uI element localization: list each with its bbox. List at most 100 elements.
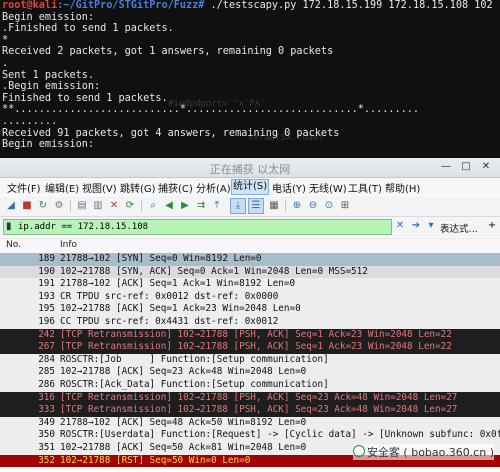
packet-number: 242 (38, 328, 55, 340)
packet-info: 21788→102 [SYN] Seq=0 Win=8192 Len=0 (60, 253, 262, 264)
terminal-output-line: * (2, 34, 9, 46)
packet-number: 333 (38, 404, 55, 416)
toolbar-separator (141, 200, 142, 212)
terminal-output-line: **...........................*..........… (2, 104, 420, 116)
packet-info: CC TPDU src-ref: 0x4431 dst-ref: 0x0012 (60, 315, 279, 327)
terminal-output-line: Received 91 packets, got 4 answers, rema… (2, 127, 340, 139)
packet-info: ROSCTR:[Userdata] Function:[Request] -> … (60, 429, 500, 441)
colorize-icon[interactable]: ▦ (267, 199, 281, 213)
menu-file[interactable]: 文件(F) (6, 180, 42, 195)
packet-row[interactable]: 284 ROSCTR:[Job ] Function:[Setup communi… (0, 353, 500, 367)
packet-row[interactable]: 349 21788→102 [ACK] Seq=48 Ack=50 Win=819… (0, 416, 500, 430)
packet-row[interactable]: 242 [TCP Retransmission] 102→21788 [PSH, … (0, 328, 500, 342)
go-forward-icon[interactable]: ▶ (178, 199, 192, 213)
column-header-no[interactable]: No. (6, 240, 21, 250)
packet-info: [TCP Retransmission] 102→21788 [PSH, ACK… (60, 341, 452, 353)
menu-telephony[interactable]: 电话(Y) (271, 180, 307, 195)
watermark-logo-icon (352, 445, 365, 457)
go-last-packet-icon[interactable]: ⤓ (230, 198, 246, 214)
packet-number: 267 (38, 341, 55, 353)
watermark-text: 安全客 ( bobao.360.cn ) (366, 446, 494, 459)
open-file-icon[interactable]: ▤ (75, 199, 89, 213)
minimize-button[interactable]: — (436, 160, 456, 174)
packet-info: 102→21788 [SYN, ACK] Seq=0 Ack=1 Win=204… (60, 265, 368, 277)
terminal-output-line: . (2, 57, 9, 69)
save-file-icon[interactable]: ▥ (91, 199, 105, 213)
go-back-icon[interactable]: ◀ (162, 199, 176, 213)
zoom-reset-icon[interactable]: ⊙ (322, 199, 336, 213)
clear-filter-icon[interactable]: ✕ (394, 220, 406, 232)
packet-number: 352 (38, 454, 55, 466)
menu-view[interactable]: 视图(V) (81, 180, 118, 195)
menu-help[interactable]: 帮助(H) (384, 180, 421, 195)
packet-row[interactable]: 196 CC TPDU src-ref: 0x4431 dst-ref: 0x00… (0, 315, 500, 329)
add-filter-button[interactable]: + (486, 220, 498, 232)
terminal-output-line: ......... (2, 115, 58, 127)
packet-info: 102→21788 [ACK] Seq=23 Ack=48 Win=2048 L… (60, 366, 307, 378)
menu-capture[interactable]: 捕获(C) (157, 180, 194, 195)
reload-file-icon[interactable]: ⟳ (123, 199, 137, 213)
menu-statistics[interactable]: 统计(S) (231, 179, 270, 195)
packet-row[interactable]: 267 [TCP Retransmission] 102→21788 [PSH, … (0, 341, 500, 354)
menu-tools[interactable]: 工具(T) (347, 180, 383, 195)
terminal-prompt-line: root@kali:~/GitPro/STGitPro/Fuzz# ./test… (0, 0, 500, 12)
column-header-info[interactable]: Info (60, 240, 77, 250)
packet-info: ROSCTR:[Job ] Function:[Setup communicat… (60, 353, 329, 365)
bookmark-icon[interactable]: ▮ (6, 220, 12, 234)
packet-number: 284 (38, 353, 55, 365)
packet-info: 102→21788 [ACK] Seq=1 Ack=23 Win=2048 Le… (60, 303, 301, 315)
display-filter-input[interactable]: ▮ ip.addr == 172.18.15.108 (3, 219, 392, 235)
packet-row[interactable]: 286 ROSCTR:[Ack_Data] Function:[Setup com… (0, 378, 500, 392)
go-to-packet-icon[interactable]: ⇉ (194, 199, 208, 213)
terminal-output-line: .Begin emission: (2, 81, 101, 93)
capture-options-icon[interactable]: ⚙ (52, 199, 66, 213)
packet-number: 196 (38, 315, 55, 327)
resize-columns-icon[interactable]: ⊞ (338, 199, 352, 213)
menu-go[interactable]: 跳转(G) (119, 180, 157, 195)
watermark: 安全客 ( bobao.360.cn ) (352, 444, 494, 460)
packet-list-header: No. Info (0, 238, 500, 254)
terminal-output-line: .Finished to send 1 packets. (2, 23, 174, 35)
close-file-icon[interactable]: ✕ (107, 199, 121, 213)
menu-analyze[interactable]: 分析(A) (195, 180, 232, 195)
packet-number: 193 (38, 290, 55, 302)
filter-history-icon[interactable]: ▾ (425, 220, 437, 232)
menu-wireless[interactable]: 无线(W) (308, 180, 348, 195)
packet-row[interactable]: 189 21788→102 [SYN] Seq=0 Win=8192 Len=0 (0, 253, 500, 266)
terminal-output-line: Begin emission: (2, 11, 95, 23)
maximize-button[interactable]: □ (456, 160, 476, 174)
packet-row[interactable]: 195 102→21788 [ACK] Seq=1 Ack=23 Win=2048… (0, 303, 500, 316)
packet-row[interactable]: 191 21788→102 [ACK] Seq=1 Ack=1 Win=8192 … (0, 278, 500, 291)
packet-row[interactable]: 190 102→21788 [SYN, ACK] Seq=0 Ack=1 Win=… (0, 265, 500, 279)
packet-row[interactable]: 316 [TCP Retransmission] 102→21788 [PSH, … (0, 391, 500, 405)
packet-list: 189 21788→102 [SYN] Seq=0 Win=8192 Len=0 1… (0, 253, 500, 472)
toolbar-separator (70, 200, 71, 212)
packet-row[interactable]: 333 [TCP Retransmission] 102→21788 [PSH, … (0, 404, 500, 417)
packet-row[interactable]: 350 ROSCTR:[Userdata] Function:[Request] … (0, 429, 500, 442)
packet-info: ROSCTR:[Ack_Data] Function:[Setup commun… (60, 378, 329, 390)
packet-row[interactable]: 285 102→21788 [ACK] Seq=23 Ack=48 Win=204… (0, 366, 500, 379)
packet-number: 350 (38, 429, 55, 441)
expression-button[interactable]: 表达式… (440, 221, 478, 235)
terminal-output-line: Sent 1 packets. (2, 69, 95, 81)
start-capture-icon[interactable]: ◢ (4, 199, 18, 213)
packet-number: 351 (38, 441, 55, 453)
find-packet-icon[interactable]: ⌕ (146, 199, 160, 213)
stop-capture-icon[interactable]: ■ (20, 199, 34, 213)
apply-filter-icon[interactable]: ➔ (410, 220, 422, 232)
zoom-in-icon[interactable]: ⊕ (290, 199, 304, 213)
packet-number: 191 (38, 278, 55, 290)
menu-edit[interactable]: 编辑(E) (44, 180, 80, 195)
packet-info: [TCP Retransmission] 102→21788 [PSH, ACK… (60, 328, 452, 340)
autoscroll-icon[interactable]: ☰ (248, 198, 264, 214)
go-first-packet-icon[interactable]: ⤒ (210, 199, 224, 213)
packet-row[interactable]: 193 CR TPDU src-ref: 0x0012 dst-ref: 0x00… (0, 290, 500, 304)
display-filter-text: ip.addr == 172.18.15.108 (18, 222, 149, 232)
packet-info: CR TPDU src-ref: 0x0012 dst-ref: 0x0000 (60, 290, 279, 302)
close-button[interactable]: ✕ (476, 160, 496, 174)
restart-capture-icon[interactable]: ↻ (36, 199, 50, 213)
terminal-window[interactable]: #iodpdport= 'x'PA' x=raw(SX.load) root@k… (0, 0, 500, 158)
window-title: 正在捕获 以太网 (209, 163, 291, 176)
zoom-out-icon[interactable]: ⊖ (306, 199, 320, 213)
window-titlebar[interactable]: 正在捕获 以太网 — □ ✕ (0, 158, 500, 178)
